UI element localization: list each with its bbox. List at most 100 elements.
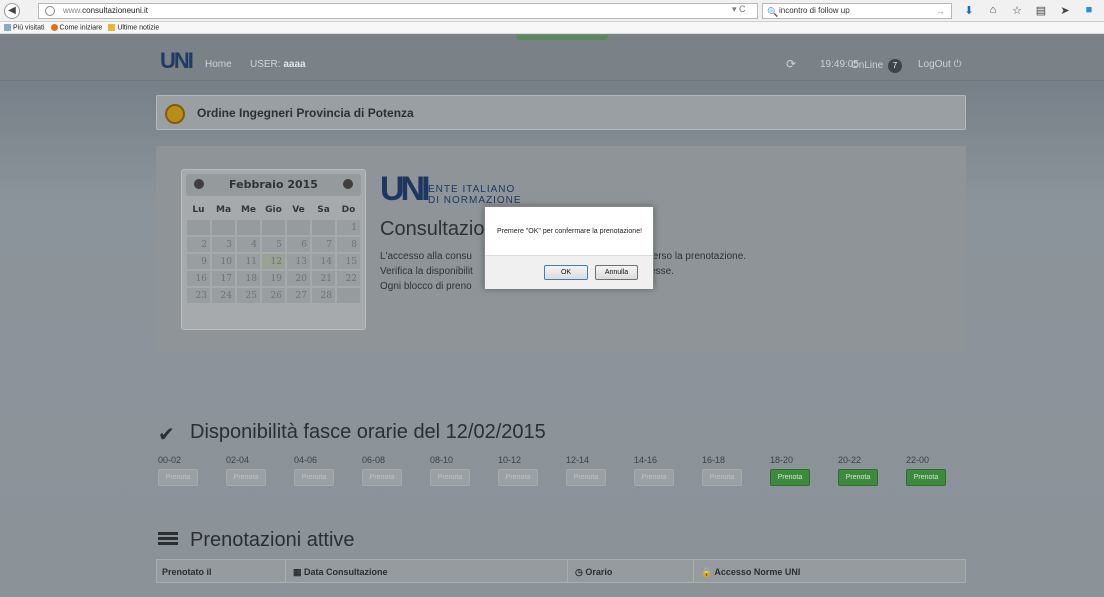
prenota-button[interactable]: Prenota: [294, 469, 334, 486]
send-icon[interactable]: ➤: [1058, 4, 1072, 17]
nav-user: USER: aaaa: [250, 59, 306, 70]
organization-icon: [165, 104, 185, 124]
nav-home-link[interactable]: Home: [205, 59, 232, 70]
time-slot: 04-06 Prenota: [294, 455, 334, 486]
prenota-button[interactable]: Prenota: [906, 469, 946, 486]
organization-bar: Ordine Ingegneri Provincia di Potenza: [156, 95, 966, 130]
prenota-button[interactable]: Prenota: [770, 469, 810, 486]
logout-link[interactable]: LogOut ⏻: [918, 59, 962, 70]
calendar-week-row: 23 24 25 26 27 28: [186, 287, 362, 304]
bookmarks-icon[interactable]: ▤: [1034, 4, 1048, 17]
calendar-week-row: 9 10 11 12 13 14 15: [186, 253, 362, 270]
calendar-day[interactable]: 21: [311, 270, 336, 287]
online-users[interactable]: OnLine 7: [851, 59, 903, 73]
prenota-button[interactable]: Prenota: [430, 469, 470, 486]
info-line-1a: L'accesso alla consu: [380, 251, 472, 262]
calendar-day[interactable]: 5: [261, 236, 286, 253]
time-slot-label: 10-12: [498, 455, 522, 465]
weekday-label: Do: [341, 205, 356, 215]
calendar-day[interactable]: 25: [236, 287, 261, 304]
calendar-grid: Lu Ma Me Gio Ve Sa Do 1 2 3 4 5 6 7 8 9 10 11 12 13 14 15 16 17…: [186, 202, 362, 304]
calendar-day[interactable]: 15: [336, 253, 361, 270]
download-icon[interactable]: ⬇: [962, 4, 976, 17]
prenota-button[interactable]: Prenota: [226, 469, 266, 486]
uni-logo[interactable]: UNI: [160, 48, 194, 74]
prenota-button[interactable]: Prenota: [566, 469, 606, 486]
col-label: Accesso Norme UNI: [714, 567, 801, 577]
calendar-day[interactable]: 27: [286, 287, 311, 304]
calendar-day[interactable]: 1: [336, 219, 361, 236]
calendar-day[interactable]: 4: [236, 236, 261, 253]
calendar-month: Febbraio 2015: [229, 178, 318, 191]
address-bar[interactable]: www.consultazioneuni.it: [38, 3, 758, 19]
calendar-day[interactable]: 10: [211, 253, 236, 270]
calendar-day[interactable]: 24: [211, 287, 236, 304]
cancel-button[interactable]: Annulla: [595, 265, 638, 280]
calendar-day[interactable]: 16: [186, 270, 211, 287]
bookmark-getting-started[interactable]: Come iniziare: [50, 23, 102, 31]
calendar-day[interactable]: 26: [261, 287, 286, 304]
calendar-week-row: 2345678: [186, 236, 362, 253]
confirm-dialog: Premere "OK" per confermare la prenotazi…: [484, 206, 654, 289]
calendar-day[interactable]: 8: [336, 236, 361, 253]
calendar-day[interactable]: 11: [236, 253, 261, 270]
bookmark-most-visited[interactable]: Più visitati: [4, 23, 45, 31]
calendar-week-row: 16 17 18 19 20 21 22: [186, 270, 362, 287]
next-month-icon[interactable]: [343, 179, 353, 189]
search-value: incontro di follow up: [779, 6, 850, 15]
home-icon[interactable]: ⌂: [986, 4, 1000, 17]
prenota-button[interactable]: Prenota: [158, 469, 198, 486]
calendar-day[interactable]: 28: [311, 287, 336, 304]
calendar-day[interactable]: 2: [186, 236, 211, 253]
time-slot: 12-14 Prenota: [566, 455, 606, 486]
calendar-day[interactable]: 7: [311, 236, 336, 253]
prenota-button[interactable]: Prenota: [634, 469, 674, 486]
calendar-day[interactable]: 14: [311, 253, 336, 270]
browser-tool-icons: ⬇ ⌂ ☆ ▤ ➤ ■ ■: [962, 4, 1104, 17]
search-icon: 🔍: [767, 7, 779, 17]
calendar-empty-cell: [336, 287, 361, 304]
page-content: UNI Home USER: aaaa ⟳ 19:49:05 OnLine 7 …: [0, 35, 1104, 597]
prenota-button[interactable]: Prenota: [362, 469, 402, 486]
calendar-day[interactable]: 17: [211, 270, 236, 287]
clock-icon: ◷: [575, 567, 583, 577]
calendar-day[interactable]: 12: [261, 253, 286, 270]
calendar-day[interactable]: 22: [336, 270, 361, 287]
calendar-day[interactable]: 9: [186, 253, 211, 270]
calendar-day[interactable]: 18: [236, 270, 261, 287]
bookmark-latest-news[interactable]: Ultime notizie: [108, 23, 159, 31]
reload-icon[interactable]: ▾ C: [732, 4, 746, 15]
browser-toolbar: ◀ www.consultazioneuni.it ▾ C 🔍 incontro…: [0, 0, 1104, 22]
lock-icon: 🔒: [701, 567, 713, 577]
prenota-button[interactable]: Prenota: [498, 469, 538, 486]
calendar-day[interactable]: 19: [261, 270, 286, 287]
calendar-empty-cell: [286, 219, 311, 236]
calendar-weekday-row: Lu Ma Me Gio Ve Sa Do: [186, 202, 362, 219]
prenota-button[interactable]: Prenota: [702, 469, 742, 486]
search-input[interactable]: 🔍 incontro di follow up →: [762, 3, 952, 19]
time-slot-label: 22-00: [906, 455, 930, 465]
calendar-day[interactable]: 6: [286, 236, 311, 253]
refresh-icon[interactable]: ⟳: [786, 57, 796, 71]
info-line-3: Ogni blocco di preno: [380, 281, 472, 292]
calendar-day[interactable]: 13: [286, 253, 311, 270]
organization-title: Ordine Ingegneri Provincia di Potenza: [197, 106, 414, 120]
time-slot: 02-04 Prenota: [226, 455, 266, 486]
prenota-button[interactable]: Prenota: [838, 469, 878, 486]
extension-icon[interactable]: ■: [1082, 4, 1096, 17]
back-icon[interactable]: ◀: [4, 2, 20, 19]
star-icon[interactable]: ☆: [1010, 4, 1024, 17]
calendar-day[interactable]: 23: [186, 287, 211, 304]
time-slot-label: 20-22: [838, 455, 862, 465]
ok-button[interactable]: OK: [544, 265, 588, 280]
calendar: Febbraio 2015 Lu Ma Me Gio Ve Sa Do 1 2 3 4 5 6 7 8 9 10…: [181, 169, 366, 330]
col-prenotato-il: Prenotato il: [162, 567, 212, 577]
calendar-day[interactable]: 20: [286, 270, 311, 287]
calendar-day[interactable]: 3: [211, 236, 236, 253]
time-slot: 18-20 Prenota: [770, 455, 810, 486]
weekday-label: Sa: [317, 205, 330, 215]
time-slot: 10-12 Prenota: [498, 455, 538, 486]
time-slot-label: 08-10: [430, 455, 454, 465]
go-arrow-icon[interactable]: →: [936, 4, 945, 18]
url-prefix: www.: [63, 6, 83, 15]
